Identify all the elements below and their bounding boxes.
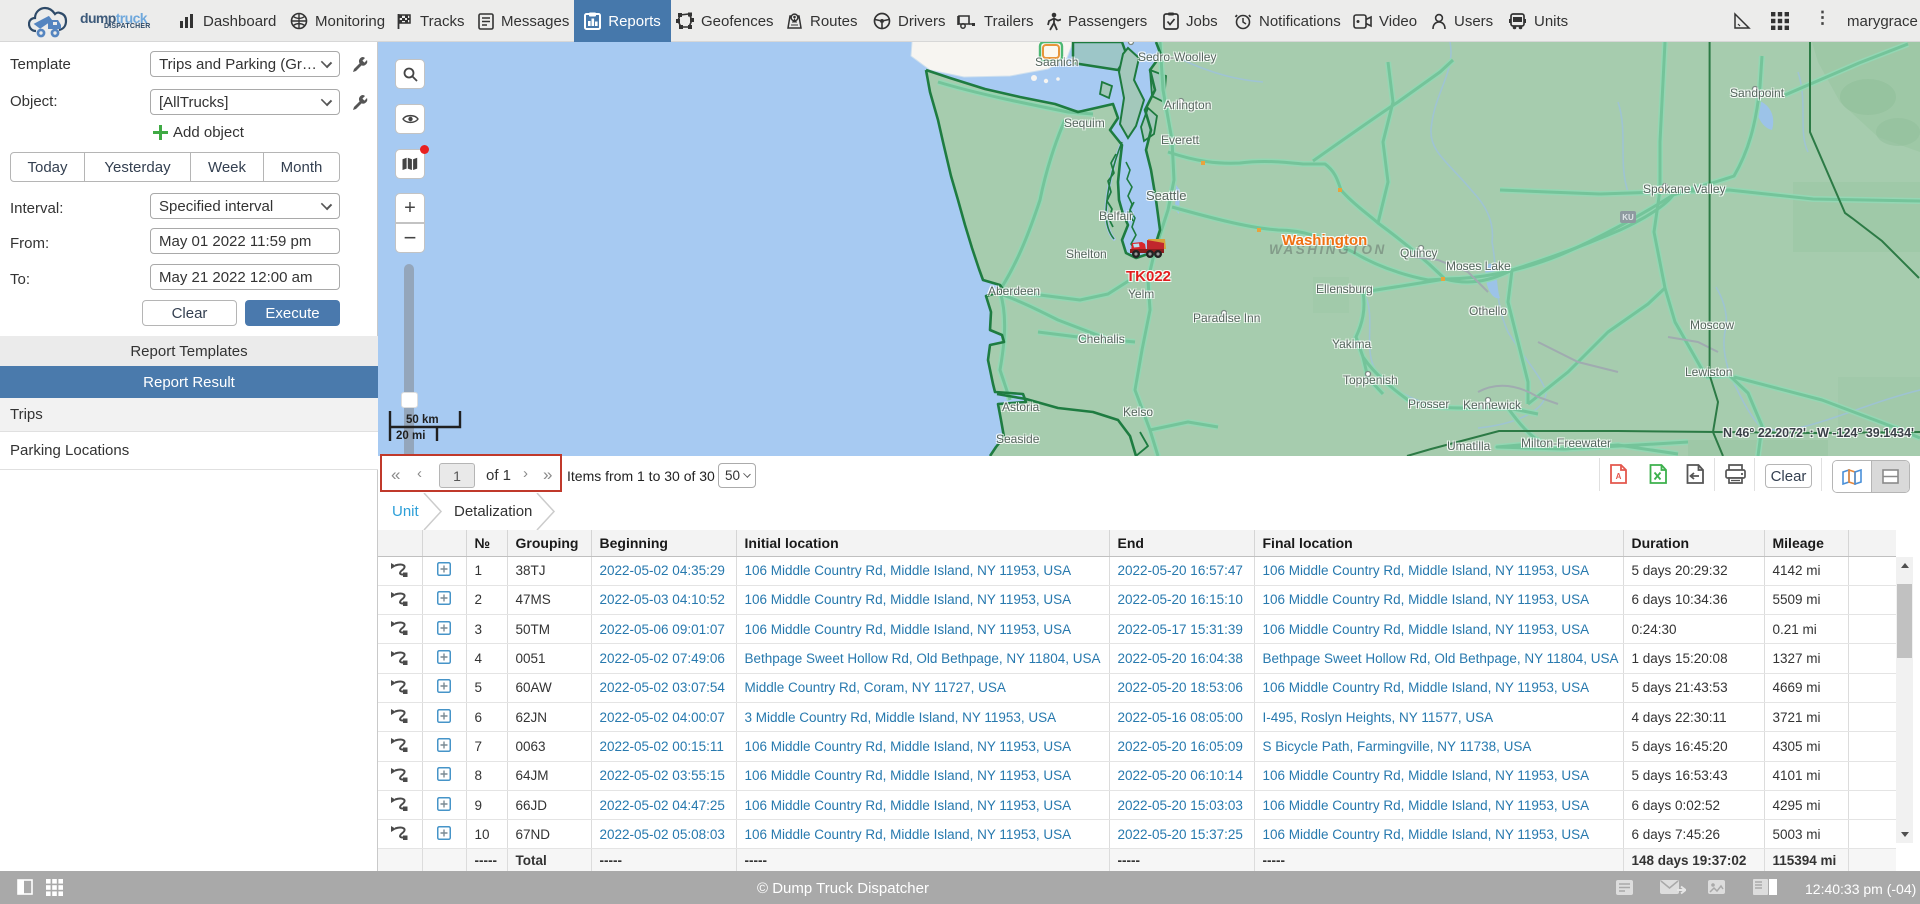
svg-text:KU: KU — [1622, 213, 1634, 222]
svg-text:A: A — [1616, 472, 1622, 481]
svg-text:20 mi: 20 mi — [396, 430, 425, 442]
svg-text:50 km: 50 km — [406, 414, 439, 426]
